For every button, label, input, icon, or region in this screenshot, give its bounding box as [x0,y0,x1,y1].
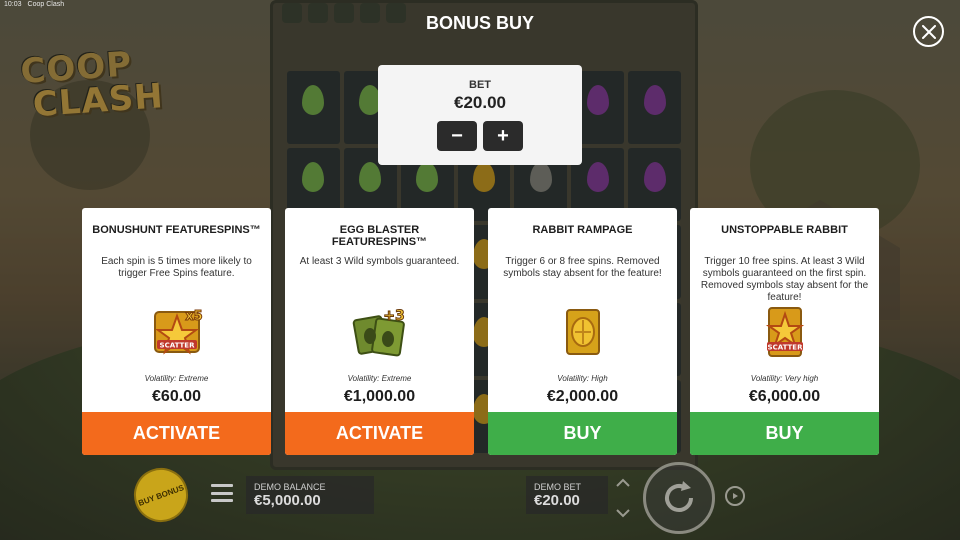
card-price: €6,000.00 [748,388,821,405]
chevron-up-icon[interactable] [615,478,631,488]
autoplay-button[interactable] [725,486,745,506]
card-title: RABBIT RAMPAGE [532,224,633,236]
bet-value: €20.00 [454,93,506,112]
bet-panel: BET €20.00 − + [378,65,582,165]
svg-text:+3: +3 [383,308,404,324]
close-button[interactable] [913,16,944,47]
increase-bet-button[interactable]: + [483,121,523,151]
card-description: Trigger 6 or 8 free spins. Removed symbo… [503,256,662,279]
svg-text:x5: x5 [185,309,202,324]
buy-bonus-label: BUY BONUS [136,482,186,508]
balance-label: DEMO BALANCE [254,482,326,492]
demo-bet-label: DEMO BET [534,482,582,492]
close-icon [921,24,936,39]
bonus-card-rabbit-rampage: RABBIT RAMPAGE Trigger 6 or 8 free spins… [488,208,677,455]
activate-button-bonushunt[interactable]: ACTIVATE [82,412,271,455]
scatter-card-icon: SCATTER [765,307,804,357]
menu-button[interactable] [211,484,233,502]
wild-plus3-icon: +3 [352,308,405,357]
autoplay-icon [733,493,738,499]
window-title: Coop Clash [27,1,65,8]
modal-title: BONUS BUY [425,13,534,33]
card-description: Each spin is 5 times more likely to trig… [101,256,252,279]
status-time: 10:03 [4,1,22,8]
bonus-card-bonushunt: BONUSHUNT FEATURESPINS™ Each spin is 5 t… [82,208,271,455]
chevron-down-icon[interactable] [615,508,631,518]
decrease-bet-button[interactable]: − [437,121,477,151]
bonus-card-egg-blaster: EGG BLASTER FEATURESPINS™ At least 3 Wil… [285,208,474,455]
scatter-x5-icon: SCATTER x5 [153,309,203,355]
svg-text:SCATTER: SCATTER [159,342,195,350]
bet-label: BET [469,79,491,91]
card-volatility: Volatility: Extreme [347,374,412,383]
spin-arrows-icon [665,481,693,512]
bonus-card-unstoppable-rabbit: UNSTOPPABLE RABBIT Trigger 10 free spins… [690,208,879,455]
demo-bet-value: €20.00 [534,492,580,509]
card-title: EGG BLASTER FEATURESPINS™ [331,224,428,248]
card-price: €1,000.00 [343,388,416,405]
card-title: BONUSHUNT FEATURESPINS™ [92,224,261,236]
plus-icon: + [497,125,509,147]
spin-button[interactable] [643,462,715,534]
buy-button-unstoppable-rabbit[interactable]: BUY [690,412,879,455]
card-price: €2,000.00 [546,388,619,405]
minus-icon: − [451,125,463,147]
status-bar: 10:03 Coop Clash [0,0,68,12]
demo-balance-panel: DEMO BALANCE €5,000.00 [246,476,374,514]
card-volatility: Volatility: High [557,374,608,383]
card-description: Trigger 10 free spins. At least 3 Wild s… [700,256,869,303]
golden-egg-card-icon [565,309,600,355]
activate-button-egg-blaster[interactable]: ACTIVATE [285,412,474,455]
card-volatility: Volatility: Extreme [144,374,209,383]
svg-text:SCATTER: SCATTER [767,344,803,352]
demo-bet-panel[interactable]: DEMO BET €20.00 [526,476,608,514]
card-price: €60.00 [152,388,201,405]
card-description: At least 3 Wild symbols guaranteed. [299,256,460,267]
card-title: UNSTOPPABLE RABBIT [721,224,848,236]
balance-value: €5,000.00 [254,492,321,509]
card-volatility: Volatility: Very high [750,374,819,383]
bet-arrows [614,478,632,518]
buy-button-rabbit-rampage[interactable]: BUY [488,412,677,455]
hamburger-icon [211,484,233,487]
